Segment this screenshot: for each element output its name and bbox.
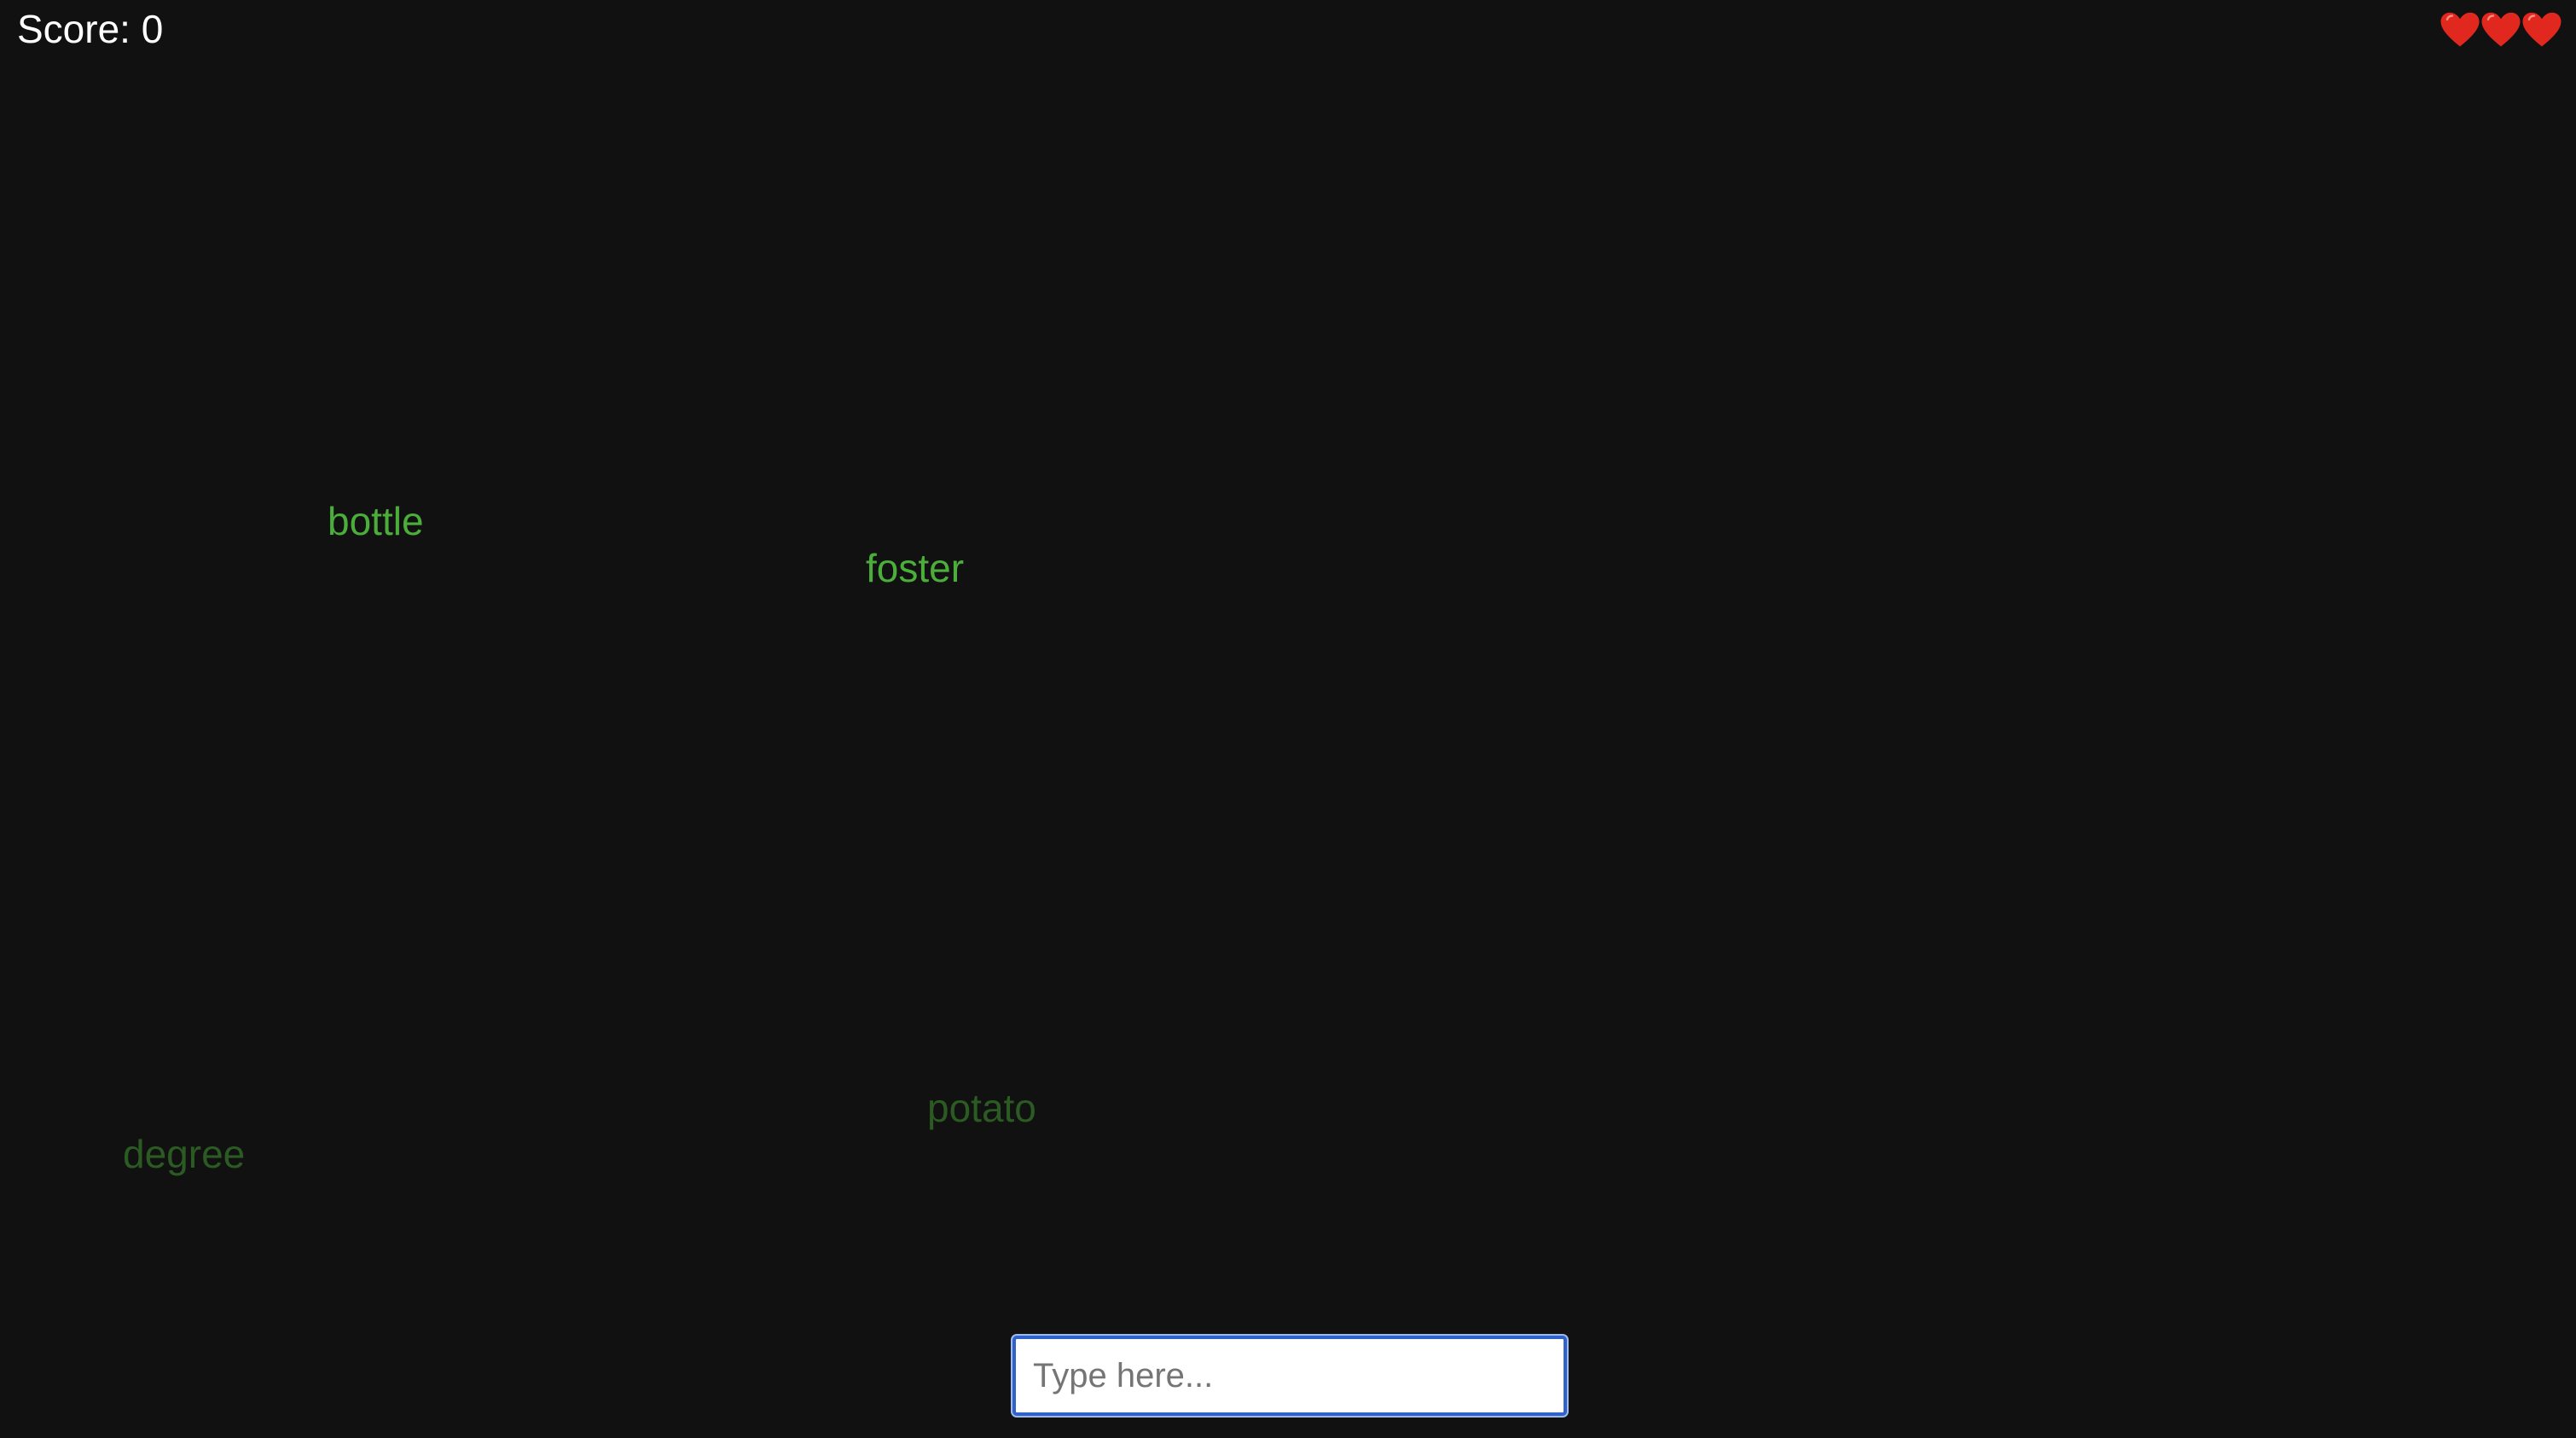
heart-icon xyxy=(2481,12,2521,47)
score-display: Score: 0 xyxy=(17,7,164,51)
heart-icon xyxy=(2440,12,2480,47)
typing-input[interactable] xyxy=(1016,1339,1564,1412)
lives-display xyxy=(2440,10,2562,49)
typing-input-box xyxy=(1012,1336,1567,1416)
falling-word-bottle: bottle xyxy=(328,499,424,543)
falling-word-foster: foster xyxy=(866,546,965,590)
game-stage: Score: 0 bottle foster potato degree xyxy=(0,0,2576,1438)
falling-word-potato: potato xyxy=(927,1086,1036,1130)
falling-word-degree: degree xyxy=(123,1132,246,1176)
heart-icon xyxy=(2522,12,2561,47)
